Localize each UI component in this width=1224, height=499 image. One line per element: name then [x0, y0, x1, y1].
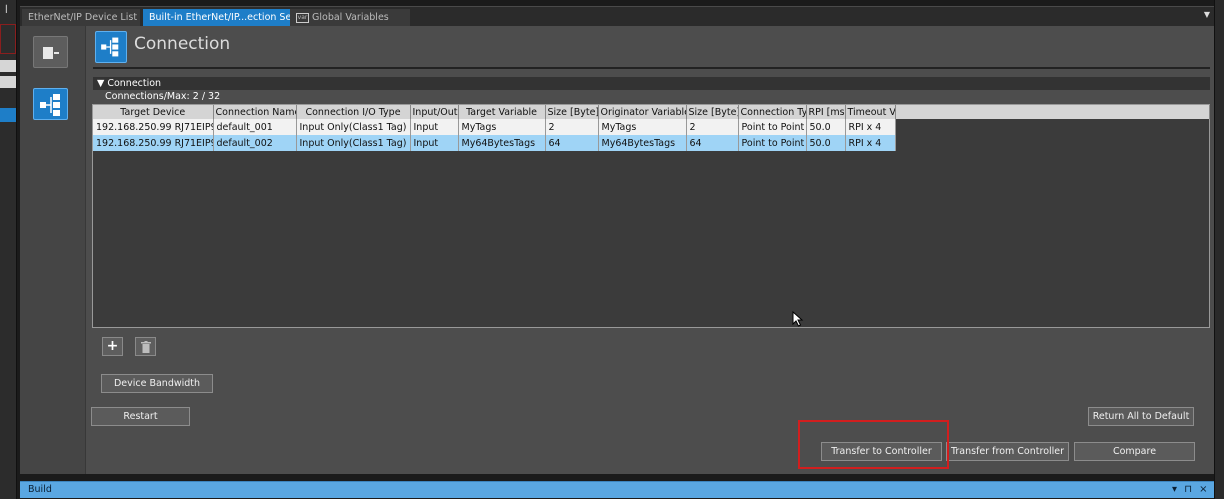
right-dock-strip — [1214, 0, 1224, 499]
table-cell[interactable]: Input Only(Class1 Tag) — [296, 135, 411, 151]
table-cell[interactable]: 64 — [686, 135, 739, 151]
table-cell[interactable]: Point to Point c — [738, 119, 807, 135]
table-cell[interactable]: 2 — [545, 119, 599, 135]
table-header-row: Target Device Connection Name Connection… — [93, 105, 1210, 119]
restart-button[interactable]: Restart — [91, 407, 190, 426]
trash-icon — [140, 341, 151, 353]
table-cell[interactable]: MyTags — [458, 119, 546, 135]
left-panel-indicator — [0, 24, 16, 54]
table-cell[interactable]: Input — [410, 119, 459, 135]
table-cell[interactable]: Input — [410, 135, 459, 151]
add-connection-button[interactable]: + — [102, 337, 123, 356]
header-divider — [93, 67, 1210, 69]
table-cell[interactable]: My64BytesTags — [458, 135, 546, 151]
section-title[interactable]: ▼ Connection — [97, 77, 161, 90]
global-variables-icon: var — [296, 12, 309, 23]
column-header[interactable]: Size [Byte] — [545, 105, 599, 119]
table-cell[interactable]: My64BytesTags — [598, 135, 687, 151]
left-dock-strip — [0, 0, 17, 499]
table-cell[interactable]: 2 — [686, 119, 739, 135]
settings-nav-panel — [20, 26, 86, 474]
table-row-selected[interactable]: 192.168.250.99 RJ71EIP91 F default_002 I… — [93, 135, 1209, 151]
left-panel-button-2[interactable] — [0, 76, 16, 88]
table-cell[interactable]: Input Only(Class1 Tag) — [296, 119, 411, 135]
column-header-filler — [895, 105, 1210, 119]
column-header[interactable]: Originator Variable — [598, 105, 687, 119]
column-header[interactable]: Connection I/O Type — [296, 105, 411, 119]
column-header[interactable]: Size [Byte] — [686, 105, 739, 119]
table-row[interactable]: 192.168.250.99 RJ71EIP91 F default_001 I… — [93, 119, 1209, 135]
compare-button[interactable]: Compare — [1074, 442, 1195, 461]
column-header[interactable]: Timeout V — [845, 105, 896, 119]
add-icon: + — [106, 338, 119, 354]
build-pane-title[interactable]: Build — [28, 482, 52, 497]
pin-icon[interactable]: ꟾ — [5, 7, 13, 16]
column-header[interactable]: RPI [ms] — [806, 105, 846, 119]
return-all-to-default-button[interactable]: Return All to Default — [1088, 407, 1194, 426]
tab-global-variables[interactable]: var Global Variables — [290, 9, 410, 26]
connection-icon[interactable] — [33, 88, 68, 120]
dropdown-icon[interactable]: ▼ — [1202, 10, 1212, 22]
tab-label: Built-in EtherNet/IP...ection Se... — [149, 12, 301, 23]
tab-label: EtherNet/IP Device List — [28, 12, 138, 23]
left-panel-button-1[interactable] — [0, 60, 16, 72]
table-cell[interactable]: 64 — [545, 135, 599, 151]
build-pane-controls[interactable]: ▾ ⊓ × — [1172, 482, 1210, 497]
highlight-annotation-box — [798, 420, 949, 469]
table-filler — [895, 119, 1209, 135]
table-cell[interactable]: RPI x 4 — [845, 119, 896, 135]
column-header[interactable]: Target Device — [93, 105, 214, 119]
column-header[interactable]: Connection Name — [213, 105, 297, 119]
column-header[interactable]: Input/Out — [410, 105, 459, 119]
device-bandwidth-button[interactable]: Device Bandwidth — [101, 374, 213, 393]
table-cell[interactable]: 50.0 — [806, 119, 846, 135]
connection-table[interactable]: Target Device Connection Name Connection… — [93, 105, 1210, 151]
column-header[interactable]: Target Variable — [458, 105, 546, 119]
page-title: Connection — [134, 34, 231, 54]
section-header[interactable] — [93, 77, 1210, 90]
table-filler — [895, 135, 1209, 151]
table-cell[interactable]: 50.0 — [806, 135, 846, 151]
connection-icon — [95, 31, 127, 63]
column-header[interactable]: Connection Ty — [738, 105, 807, 119]
mouse-cursor-icon — [792, 311, 804, 327]
document-tab-strip: EtherNet/IP Device List Built-in EtherNe… — [20, 6, 1214, 26]
table-cell[interactable]: Point to Point c — [738, 135, 807, 151]
table-cell[interactable]: default_001 — [213, 119, 297, 135]
table-cell[interactable]: 192.168.250.99 RJ71EIP91 F — [93, 119, 214, 135]
tab-label: Global Variables — [312, 12, 389, 23]
table-cell[interactable]: MyTags — [598, 119, 687, 135]
device-panel-icon[interactable] — [33, 36, 68, 68]
table-cell[interactable]: default_002 — [213, 135, 297, 151]
tab-ethernetip-device-list[interactable]: EtherNet/IP Device List — [22, 9, 140, 26]
transfer-from-controller-button[interactable]: Transfer from Controller — [946, 442, 1069, 461]
build-pane-bar[interactable] — [20, 481, 1214, 498]
table-cell[interactable]: RPI x 4 — [845, 135, 896, 151]
table-cell[interactable]: 192.168.250.99 RJ71EIP91 F — [93, 135, 214, 151]
left-panel-selected-item[interactable] — [0, 108, 16, 122]
delete-connection-button[interactable] — [135, 337, 156, 356]
connections-max-label: Connections/Max: 2 / 32 — [105, 91, 221, 102]
